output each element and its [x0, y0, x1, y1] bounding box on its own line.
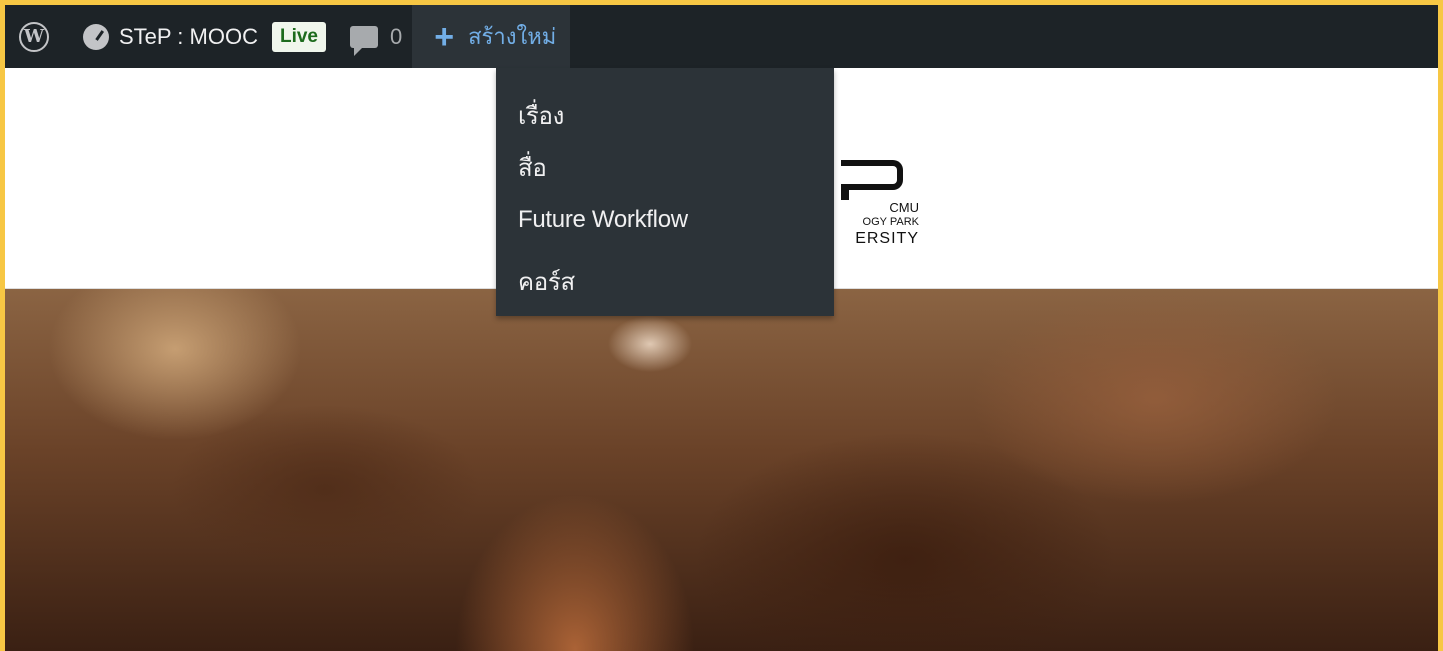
logo-mark-icon — [841, 160, 903, 190]
site-name-menu[interactable]: STeP : MOOC Live — [59, 5, 336, 68]
comment-icon — [350, 25, 378, 56]
comment-count: 0 — [390, 23, 403, 49]
menu-item-future-workflow[interactable]: Future Workflow — [518, 206, 688, 234]
logo-text-line3: ERSITY — [855, 230, 919, 247]
logo-text-line2: OGY PARK — [862, 216, 919, 228]
menu-item-post[interactable]: เรื่อง — [518, 96, 564, 135]
admin-bar: W STeP : MOOC Live 0 + สร้างใหม่ — [5, 5, 1438, 68]
logo-text-cmu: CMU — [889, 200, 919, 215]
live-badge: Live — [271, 21, 326, 52]
new-content-dropdown: เรื่อง สื่อ Future Workflow คอร์ส — [496, 68, 834, 316]
wordpress-menu[interactable]: W — [5, 5, 59, 68]
logo-mark-stem — [841, 184, 849, 200]
hero-image — [5, 289, 1438, 651]
dashboard-icon — [83, 23, 109, 50]
new-content-menu[interactable]: + สร้างใหม่ — [412, 5, 571, 68]
comments-menu[interactable]: 0 — [336, 5, 412, 68]
plus-icon: + — [434, 17, 455, 56]
menu-item-course[interactable]: คอร์ส — [518, 262, 575, 301]
wordpress-logo-icon: W — [19, 21, 49, 52]
menu-item-media[interactable]: สื่อ — [518, 148, 547, 187]
new-content-label: สร้างใหม่ — [468, 24, 557, 49]
site-name: STeP : MOOC — [119, 23, 258, 49]
page-frame: CMU OGY PARK ERSITY W STeP : MOOC Live 0… — [5, 5, 1438, 651]
